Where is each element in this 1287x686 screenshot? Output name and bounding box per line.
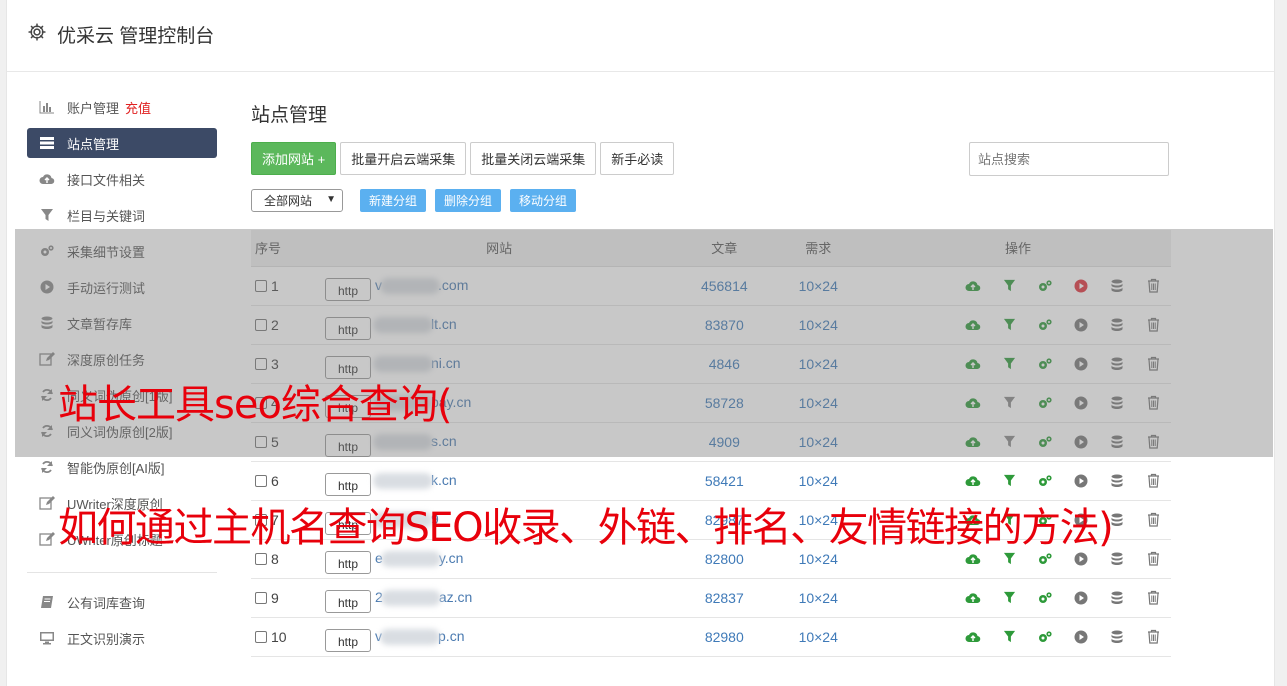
trash-icon[interactable] xyxy=(1135,510,1171,530)
page-title: 站点管理 xyxy=(251,105,328,126)
row-number: 6 xyxy=(271,472,279,489)
group-select[interactable]: 全部网站 ▼ xyxy=(251,189,343,212)
domain-suffix: k.cn xyxy=(431,471,457,488)
row-number-cell: 9 xyxy=(251,578,322,618)
batch-close-cloud-button[interactable]: 批量关闭云端采集 xyxy=(470,141,597,175)
cogs-icon[interactable] xyxy=(1027,627,1063,647)
header: 优采云 管理控制台 xyxy=(7,0,1274,72)
monitor-icon xyxy=(39,630,55,646)
play-circle-icon[interactable] xyxy=(1063,588,1099,608)
sidebar-item-label: 公有词库查询 xyxy=(67,595,146,611)
recharge-link[interactable]: 充值 xyxy=(125,98,151,117)
trash-icon[interactable] xyxy=(1135,549,1171,569)
http-badge[interactable]: http xyxy=(325,590,372,613)
filter-icon[interactable] xyxy=(991,588,1027,608)
sidebar-item[interactable]: 正文识别演示 xyxy=(27,623,217,653)
refresh-icon xyxy=(39,459,55,475)
overlay-caption-line1: 站长工具seo综合查询( xyxy=(58,382,453,428)
row-number-cell: 10 xyxy=(251,617,322,657)
site-domain-link[interactable]: 2 az.cn xyxy=(375,588,473,607)
sidebar-item[interactable]: 接口文件相关 xyxy=(27,164,217,194)
article-count[interactable]: 82980 xyxy=(677,617,772,657)
bar-chart-icon xyxy=(39,99,55,115)
chevron-down-icon: ▼ xyxy=(326,194,336,205)
edit-icon xyxy=(39,495,55,511)
cloud-upload-icon[interactable] xyxy=(955,588,991,608)
row-checkbox[interactable] xyxy=(255,474,267,487)
add-site-button[interactable]: 添加网站 + xyxy=(251,141,337,175)
database-icon[interactable] xyxy=(1099,588,1135,608)
sidebar-item-label: 栏目与关键词 xyxy=(67,208,146,224)
sidebar-item[interactable]: 账户管理 充值 xyxy=(27,92,217,122)
actions-cell xyxy=(865,578,1171,618)
trash-icon[interactable] xyxy=(1135,588,1171,608)
domain-suffix: p.cn xyxy=(438,627,465,644)
row-checkbox[interactable] xyxy=(255,630,267,643)
http-badge[interactable]: http xyxy=(325,551,372,574)
redacted-domain xyxy=(380,590,441,607)
cogs-icon[interactable] xyxy=(1027,471,1063,491)
sidebar-item-label: 站点管理 xyxy=(67,136,120,152)
cloud-upload-icon[interactable] xyxy=(955,471,991,491)
sidebar-item-label: 正文识别演示 xyxy=(67,631,146,647)
requirement-value[interactable]: 10×24 xyxy=(771,617,865,657)
filter-icon[interactable] xyxy=(991,471,1027,491)
cloud-upload-icon xyxy=(39,171,55,187)
site-cell: http v p.cn xyxy=(321,617,678,657)
edit-icon xyxy=(39,531,55,547)
site-search-input[interactable] xyxy=(969,142,1169,176)
redacted-domain xyxy=(380,629,441,646)
table-row: 9 http 2 az.cn 82837 10×24 xyxy=(251,578,1171,618)
article-count[interactable]: 82837 xyxy=(677,578,772,618)
move-group-button[interactable]: 移动分组 xyxy=(510,189,577,212)
gear-icon xyxy=(28,23,46,41)
requirement-value[interactable]: 10×24 xyxy=(771,578,865,618)
newbie-guide-button[interactable]: 新手必读 xyxy=(600,141,675,175)
sidebar-item[interactable]: 栏目与关键词 xyxy=(27,200,217,230)
redacted-domain xyxy=(373,473,434,490)
row-checkbox[interactable] xyxy=(255,552,267,565)
sidebar-item-label: 接口文件相关 xyxy=(67,172,146,188)
http-badge[interactable]: http xyxy=(325,629,372,652)
server-icon xyxy=(39,135,55,151)
trash-icon[interactable] xyxy=(1135,471,1171,491)
sidebar-item-label: 账户管理 xyxy=(67,100,120,116)
overlay-caption-line2: 如何通过主机名查询SEO收录、外链、排名、友情链接的方法) xyxy=(58,505,1114,551)
row-checkbox[interactable] xyxy=(255,591,267,604)
redacted-domain xyxy=(380,551,441,568)
filter-icon xyxy=(39,207,55,223)
table-row: 10 http v p.cn 82980 10×24 xyxy=(251,617,1171,657)
sidebar-item-label: 智能伪原创[AI版] xyxy=(67,460,165,476)
database-icon[interactable] xyxy=(1099,471,1135,491)
group-bar: 全部网站 ▼ 新建分组 删除分组 移动分组 xyxy=(251,189,1171,212)
row-number: 9 xyxy=(271,589,279,606)
play-circle-icon[interactable] xyxy=(1063,471,1099,491)
filter-icon[interactable] xyxy=(991,627,1027,647)
actions-cell xyxy=(865,617,1171,657)
main-content: 站点管理 添加网站 + 批量开启云端采集 批量关闭云端采集 新手必读 全部网站 ▼… xyxy=(251,100,1171,657)
group-select-value: 全部网站 xyxy=(264,194,313,208)
row-number: 10 xyxy=(271,628,287,645)
trash-icon[interactable] xyxy=(1135,627,1171,647)
sidebar-item[interactable]: 站点管理 xyxy=(27,128,217,158)
site-domain-link[interactable]: v p.cn xyxy=(375,627,465,646)
page-header-title: 优采云 管理控制台 xyxy=(57,26,215,47)
site-domain-link[interactable]: k.cn xyxy=(373,471,457,490)
book-icon xyxy=(39,594,55,610)
sidebar-item[interactable]: 公有词库查询 xyxy=(27,587,217,617)
domain-suffix: az.cn xyxy=(438,588,473,605)
new-group-button[interactable]: 新建分组 xyxy=(360,189,427,212)
database-icon[interactable] xyxy=(1099,627,1135,647)
delete-group-button[interactable]: 删除分组 xyxy=(435,189,502,212)
batch-open-cloud-button[interactable]: 批量开启云端采集 xyxy=(340,141,467,175)
sidebar-divider xyxy=(27,572,217,573)
http-badge[interactable]: http xyxy=(325,473,372,496)
site-cell: http 2 az.cn xyxy=(321,578,678,618)
cloud-upload-icon[interactable] xyxy=(955,627,991,647)
play-circle-icon[interactable] xyxy=(1063,627,1099,647)
cogs-icon[interactable] xyxy=(1027,588,1063,608)
